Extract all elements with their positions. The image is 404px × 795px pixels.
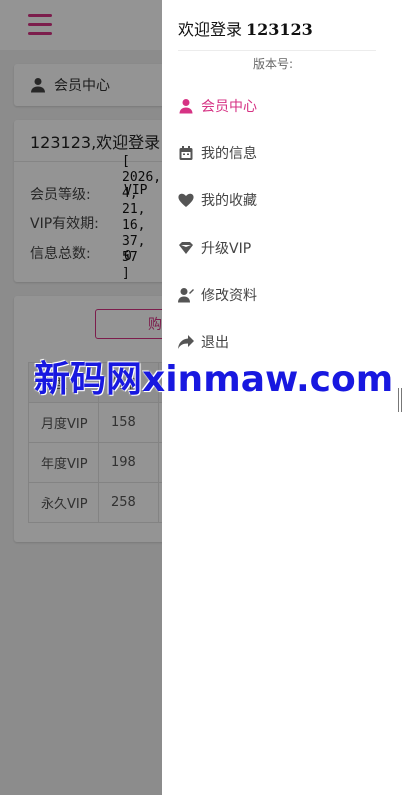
menu-item-label: 会员中心 [201,98,257,115]
menu-item-label: 我的信息 [201,145,257,162]
scrollbar-handle[interactable] [398,388,402,412]
drawer-menu: 会员中心 我的信息 我的收藏 升级VIP 修改资料 退出 [178,82,388,366]
menu-item-upgrade-vip[interactable]: 升级VIP [178,224,388,271]
watermark-text: 新码网xinmaw.com [34,359,394,400]
share-arrow-icon [178,335,194,350]
drawer-username: 123123 [246,20,313,39]
user-icon [179,98,193,114]
menu-item-favorites[interactable]: 我的收藏 [178,177,388,224]
greeting-text: 欢迎登录 [178,20,243,39]
menu-item-label: 修改资料 [201,287,257,304]
drawer-divider [178,50,376,51]
calendar-icon [179,145,193,160]
user-edit-icon [178,287,194,303]
menu-item-label: 我的收藏 [201,193,257,210]
heart-icon [178,194,194,208]
version-label: 版本号: [252,57,294,71]
menu-item-my-info[interactable]: 我的信息 [178,129,388,176]
menu-item-label: 升级VIP [201,240,252,257]
menu-item-member-center[interactable]: 会员中心 [178,82,388,129]
menu-item-edit-profile[interactable]: 修改资料 [178,271,388,318]
drawer-greeting: 欢迎登录 123123 [178,16,313,40]
diamond-icon [179,241,193,254]
